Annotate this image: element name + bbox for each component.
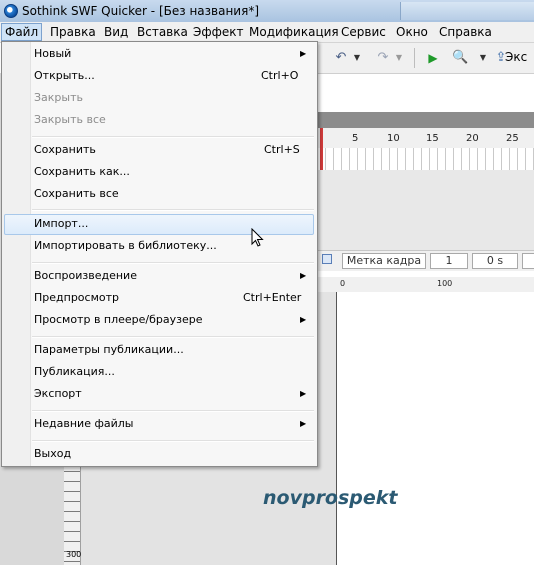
submenu-arrow-icon: ▶ (300, 389, 307, 398)
menu-item-exit[interactable]: Выход (34, 444, 71, 464)
menu-item-view-in-player[interactable]: Просмотр в плеере/браузере (34, 310, 203, 330)
menu-separator (32, 209, 314, 211)
menu-help[interactable]: Справка (436, 24, 495, 40)
ruler-label: 0 (340, 279, 346, 288)
undo-dropdown-icon[interactable]: ▼ (350, 51, 364, 65)
mouse-cursor-icon (251, 228, 264, 247)
toolbar-separator (414, 48, 415, 68)
menu-insert[interactable]: Вставка (134, 24, 191, 40)
menu-separator (32, 440, 314, 442)
menu-item-close: Закрыть (34, 91, 83, 104)
menu-tools[interactable]: Сервис (338, 24, 389, 40)
menu-edit[interactable]: Правка (47, 24, 99, 40)
submenu-arrow-icon: ▶ (300, 49, 307, 58)
menu-item-save[interactable]: Сохранить (34, 140, 96, 160)
menu-item-new[interactable]: Новый (34, 44, 71, 64)
menu-separator (32, 410, 314, 412)
preview-zoom-icon[interactable]: 🔍 (452, 51, 468, 65)
menu-item-save-as[interactable]: Сохранить как... (34, 162, 130, 182)
undo-icon[interactable]: ↶ (334, 51, 348, 65)
timeline-layers-area (318, 170, 534, 250)
stage-canvas[interactable] (336, 292, 534, 565)
background-window-tab[interactable] (400, 2, 534, 20)
menu-icon-gutter (2, 42, 31, 466)
menu-item-import[interactable]: Импорт... (34, 214, 88, 234)
menu-bar: Файл Правка Вид Вставка Эффект Модификац… (0, 22, 534, 43)
menu-view[interactable]: Вид (101, 24, 131, 40)
submenu-arrow-icon: ▶ (300, 419, 307, 428)
submenu-arrow-icon: ▶ (300, 271, 307, 280)
menu-effect[interactable]: Эффект (190, 24, 247, 40)
menu-item-preview[interactable]: Предпросмотр (34, 288, 119, 308)
current-frame-field: 1 (430, 253, 468, 269)
watermark-text: novprospekt (263, 487, 398, 509)
menu-item-recent-files[interactable]: Недавние файлы (34, 414, 133, 434)
menu-item-playback[interactable]: Воспроизведение (34, 266, 137, 286)
menu-modify[interactable]: Модификация (246, 24, 342, 40)
export-button-label[interactable]: Экс (505, 50, 527, 64)
timeline-header (318, 112, 534, 128)
shortcut-save: Ctrl+S (264, 143, 300, 156)
menu-window[interactable]: Окно (393, 24, 431, 40)
redo-icon[interactable]: ↷ (376, 51, 390, 65)
menu-item-open[interactable]: Открыть... (34, 66, 95, 86)
menu-item-save-all[interactable]: Сохранить все (34, 184, 119, 204)
redo-dropdown-icon[interactable]: ▼ (392, 51, 406, 65)
ruler-label: 100 (437, 279, 453, 288)
menu-item-close-all: Закрыть все (34, 113, 106, 126)
menu-item-import-to-library[interactable]: Импортировать в библиотеку... (34, 236, 217, 256)
shortcut-preview: Ctrl+Enter (243, 291, 302, 304)
frame-label-field[interactable]: Метка кадра (342, 253, 426, 269)
menu-item-publish[interactable]: Публикация... (34, 362, 115, 382)
menu-item-export[interactable]: Экспорт (34, 384, 82, 404)
ruler-label: 300 (66, 550, 82, 559)
play-icon[interactable]: ▶ (426, 51, 440, 65)
shortcut-open: Ctrl+O (261, 69, 299, 82)
preview-dropdown-icon[interactable]: ▼ (476, 51, 490, 65)
menu-item-publish-settings[interactable]: Параметры публикации... (34, 340, 184, 360)
menu-file[interactable]: Файл (1, 23, 43, 41)
submenu-arrow-icon: ▶ (300, 315, 307, 324)
menu-separator (32, 136, 314, 138)
layer-icon[interactable] (322, 254, 332, 264)
menu-separator (32, 262, 314, 264)
current-time-field: 0 s (472, 253, 518, 269)
status-extra-field (522, 253, 534, 269)
menu-separator (32, 336, 314, 338)
app-logo-icon (4, 4, 18, 18)
window-title: Sothink SWF Quicker - [Без названия*] (22, 4, 259, 18)
